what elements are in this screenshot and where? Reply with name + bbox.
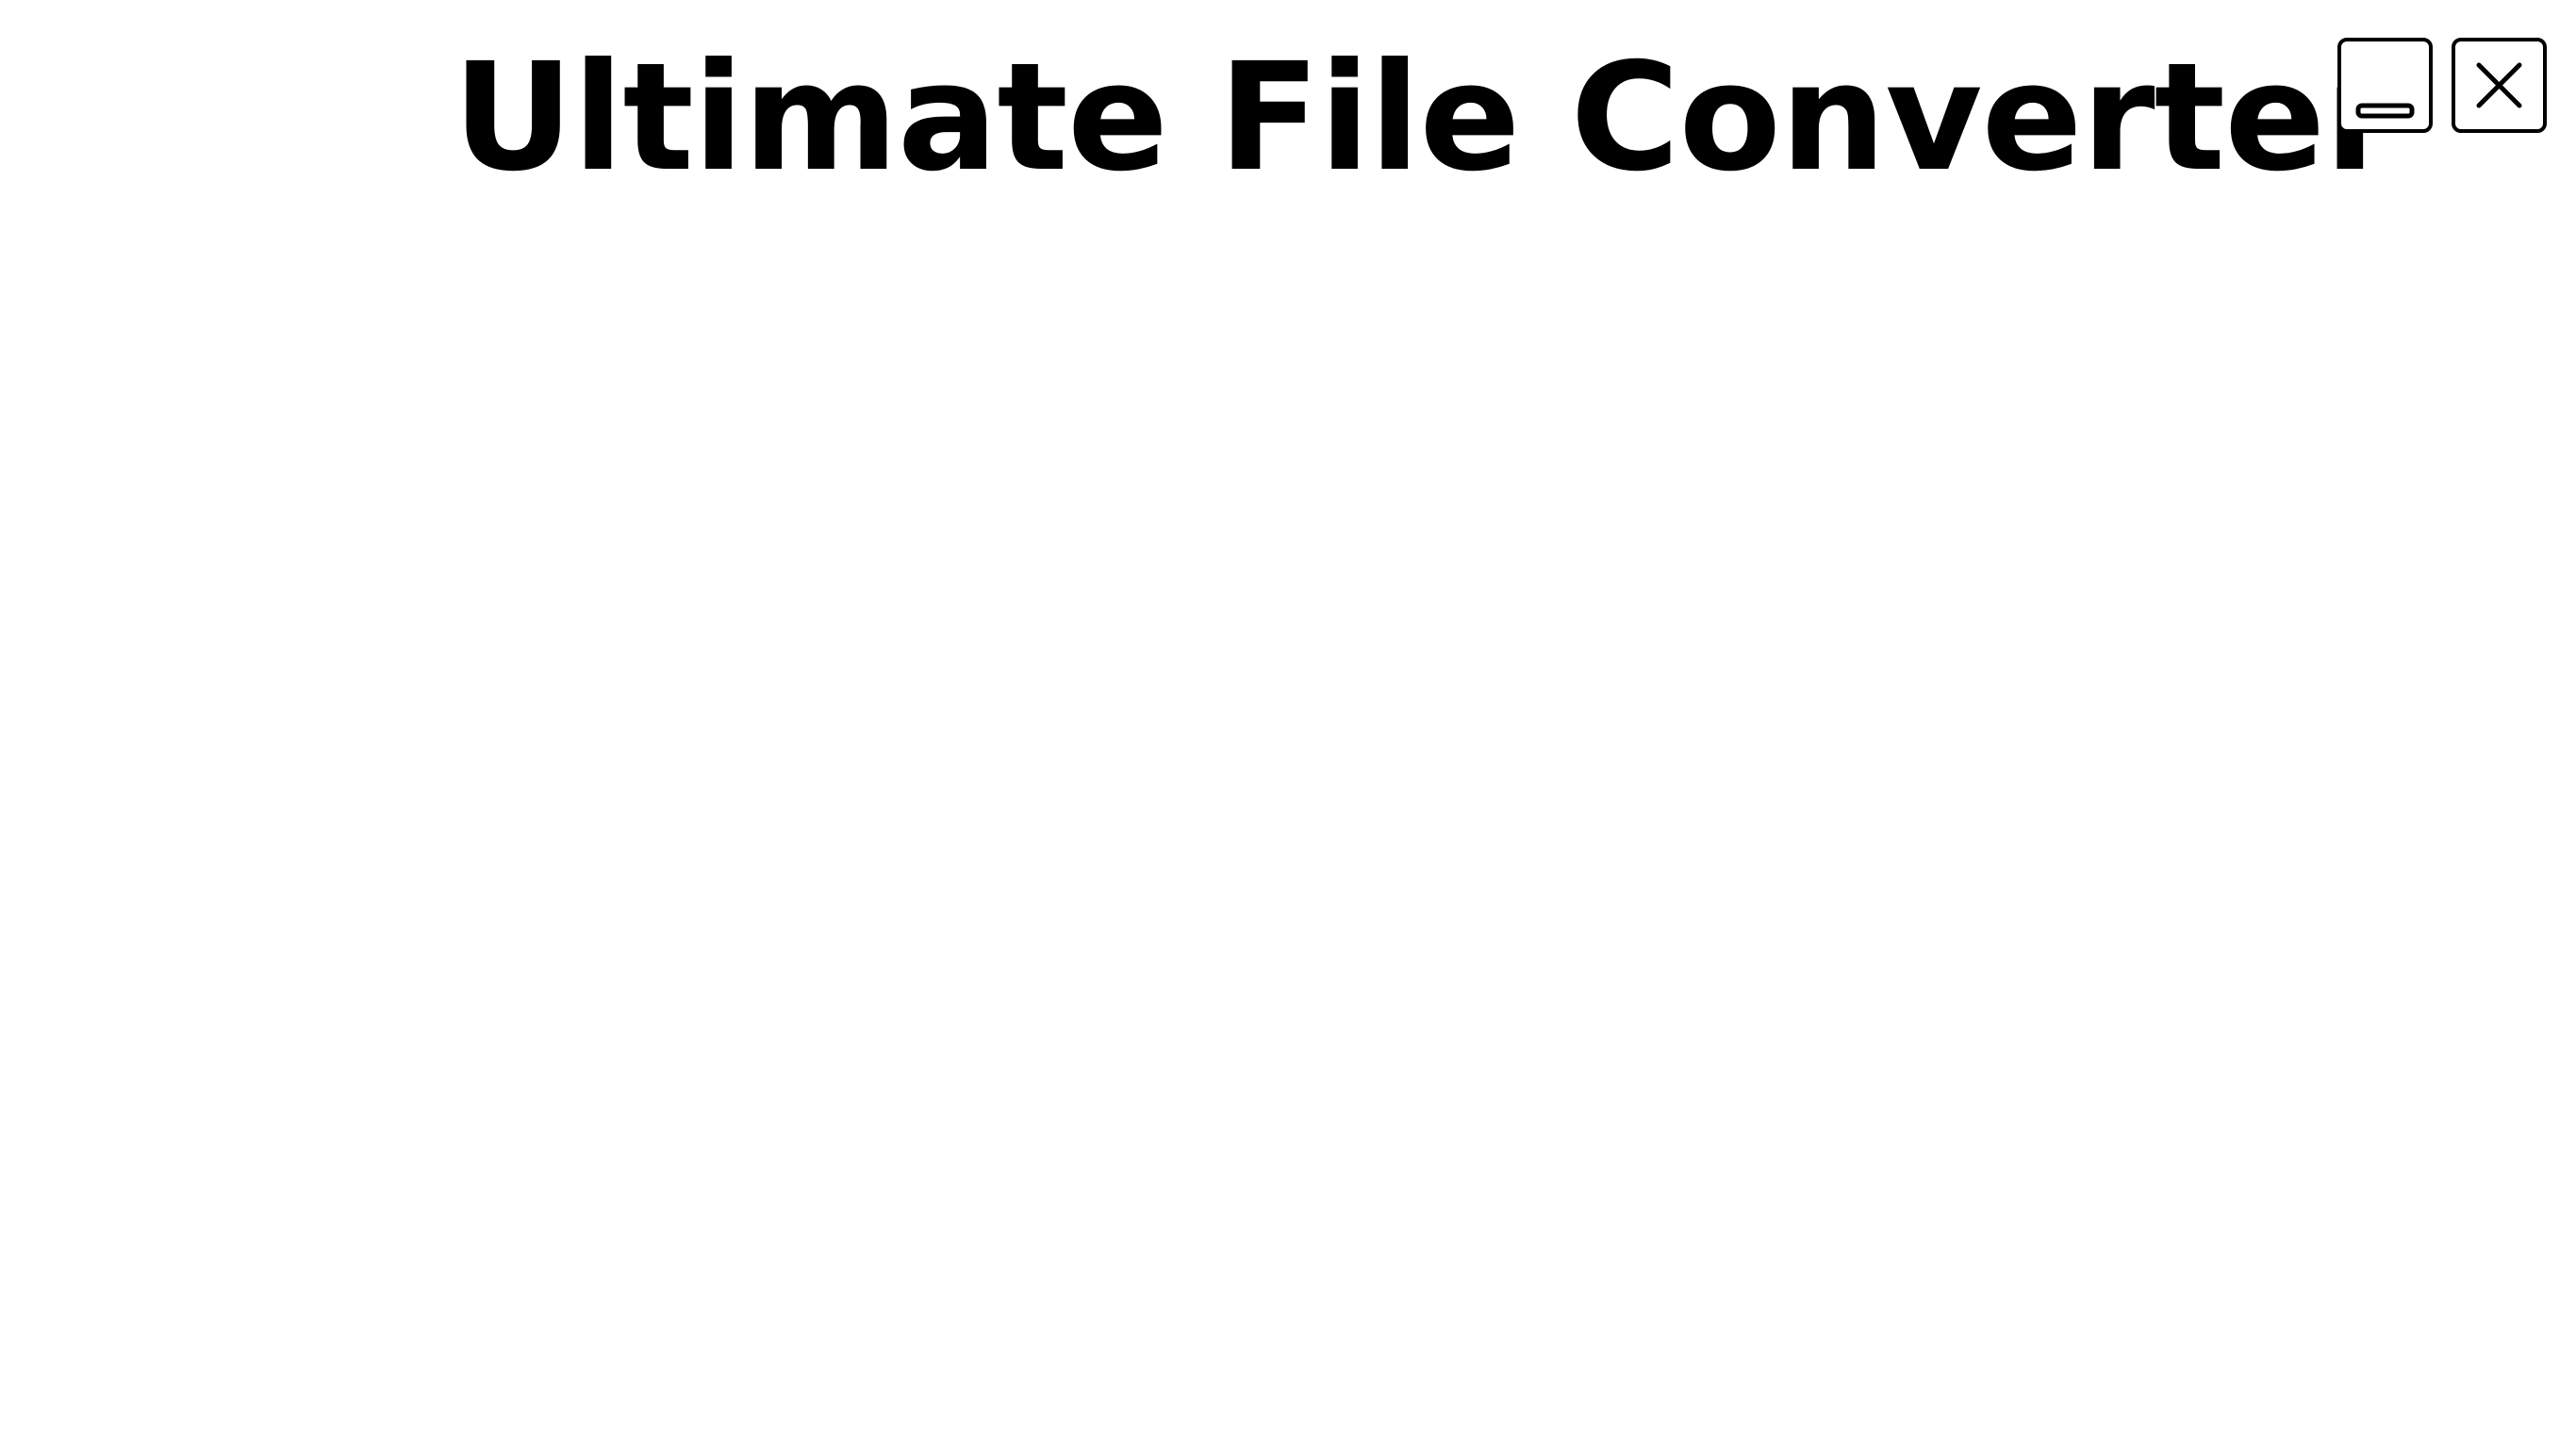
minimize-icon [2355,103,2415,119]
close-button[interactable] [2452,38,2547,133]
app-title: Ultimate File Converter [453,31,2398,205]
app-window: Ultimate File Converter [0,0,2576,1448]
close-icon [2476,62,2522,108]
title-bar: Ultimate File Converter [0,0,2576,226]
window-controls [2337,38,2547,135]
minimize-button[interactable] [2337,38,2433,133]
